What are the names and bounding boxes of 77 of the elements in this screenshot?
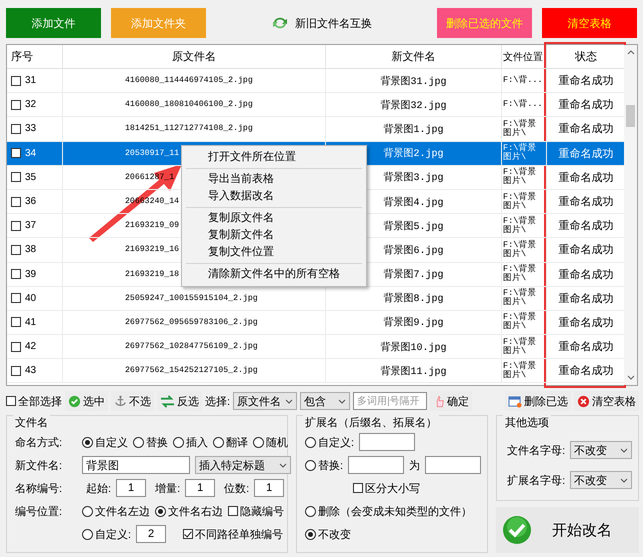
table-cell-text: F:\背景图片\ <box>503 240 538 259</box>
table-cell: 26977562_154252127105_2.jpg <box>125 366 258 376</box>
field-label: 起始: <box>86 482 112 496</box>
table-cell-text: F:\背景图片\ <box>503 216 538 235</box>
table-cell-text: 背景图3.jpg <box>383 170 444 184</box>
table-cell-text: F:\背景图片\ <box>503 289 538 308</box>
table-cell-text: 重命名成功 <box>558 219 614 234</box>
table-cell-text: F:\背景图片\ <box>503 362 538 380</box>
table-cell-text: 重命名成功 <box>558 170 614 185</box>
table-cell-text: F:\背景图片\ <box>503 313 538 332</box>
table-cell: 35 <box>25 172 36 183</box>
field-label: 编号位置: <box>15 504 64 518</box>
table-cell-text: F:\背景图片\ <box>503 265 538 284</box>
select-label: 选择: <box>205 394 230 408</box>
table-cell-text: 背景图8.jpg <box>383 292 444 306</box>
table-cell: 20530917_11 <box>125 148 180 158</box>
group-title: 扩展名（后缀名、拓展名） <box>303 415 439 430</box>
table-cell: 21693219_18 <box>125 270 180 279</box>
table-cell-text: 重命名成功 <box>558 243 614 258</box>
table-cell-text: 背景图9.jpg <box>383 316 444 330</box>
table-cell: 32 <box>25 99 36 110</box>
field-label: 扩展名字母: <box>507 474 566 488</box>
table-cell-text: F:\背景图片\ <box>503 192 538 211</box>
table-cell: 34 <box>25 148 36 159</box>
table-cell-text: 背景图6.jpg <box>383 244 444 257</box>
field-label: 命名方式: <box>15 436 64 450</box>
table-cell-text: F:\背景图片\ <box>503 120 538 138</box>
table-cell: 39 <box>25 268 36 280</box>
table-cell: 21693219_09 <box>125 221 180 230</box>
table-cell: 21693219_16 <box>125 245 180 254</box>
table-cell: 40 <box>25 292 36 304</box>
table-cell-text: 重命名成功 <box>558 364 614 378</box>
table-cell-text: 重命名成功 <box>558 122 614 136</box>
table-cell: 4160080_180810406100_2.jpg <box>125 100 253 110</box>
table-cell-text: 重命名成功 <box>558 340 614 354</box>
table-cell: 43 <box>25 365 36 376</box>
table-cell: 38 <box>25 244 36 256</box>
table-cell-text: 背景图5.jpg <box>383 220 444 233</box>
table-cell-text: 重命名成功 <box>558 146 614 161</box>
table-cell: 26977562_095659783106_2.jpg <box>125 318 258 327</box>
table-cell-text: 背景图2.jpg <box>383 146 444 160</box>
table-cell-text: 背景图11.jpg <box>380 364 446 378</box>
field-label: 增量: <box>155 482 180 496</box>
table-cell-text: 背景图4.jpg <box>383 196 444 209</box>
field-label: 为 <box>409 458 420 472</box>
table-cell-text: 背景图32.jpg <box>380 98 446 112</box>
table-cell: 4160080_114446974105_2.jpg <box>125 76 253 86</box>
table-cell: 42 <box>25 341 36 352</box>
table-cell-text: F:\背景图片\ <box>503 144 538 162</box>
table-cell-text: 重命名成功 <box>558 74 614 88</box>
table-cell-text: 重命名成功 <box>558 195 614 210</box>
table-cell: 33 <box>25 123 36 134</box>
table-cell: 31 <box>25 75 36 86</box>
group-title: 其他选项 <box>503 415 552 430</box>
table-cell: 25059247_100155915104_2.jpg <box>125 294 258 303</box>
table-cell: F:\背... <box>503 76 541 86</box>
table-cell-text: 重命名成功 <box>558 268 614 282</box>
field-label: 位数: <box>224 482 250 496</box>
table-cell: 1814251_112712774108_2.jpg <box>125 124 253 134</box>
table-cell: F:\背... <box>503 100 541 110</box>
table-cell-text: 背景图10.jpg <box>380 340 446 354</box>
table-cell-text: 重命名成功 <box>558 98 614 112</box>
table-cell-text: 背景图31.jpg <box>380 74 446 88</box>
table-cell: 26977562_102847756109_2.jpg <box>125 342 258 352</box>
field-label: 名称编号: <box>15 482 64 496</box>
table-cell-text: F:\背景图片\ <box>503 168 538 186</box>
table-cell: 36 <box>25 196 36 208</box>
table-cell-text: 背景图7.jpg <box>383 268 444 282</box>
group-title: 文件名 <box>13 415 50 430</box>
table-cell: 41 <box>25 316 36 328</box>
table-cell: 37 <box>25 220 36 232</box>
table-cell-text: 背景图1.jpg <box>383 122 444 136</box>
field-label: 新文件名: <box>15 458 64 472</box>
table-cell-text: 重命名成功 <box>558 292 614 306</box>
table-cell-text: F:\背景图片\ <box>503 338 538 356</box>
table-cell-text: 重命名成功 <box>558 316 614 330</box>
field-label: 文件名字母: <box>507 444 566 458</box>
